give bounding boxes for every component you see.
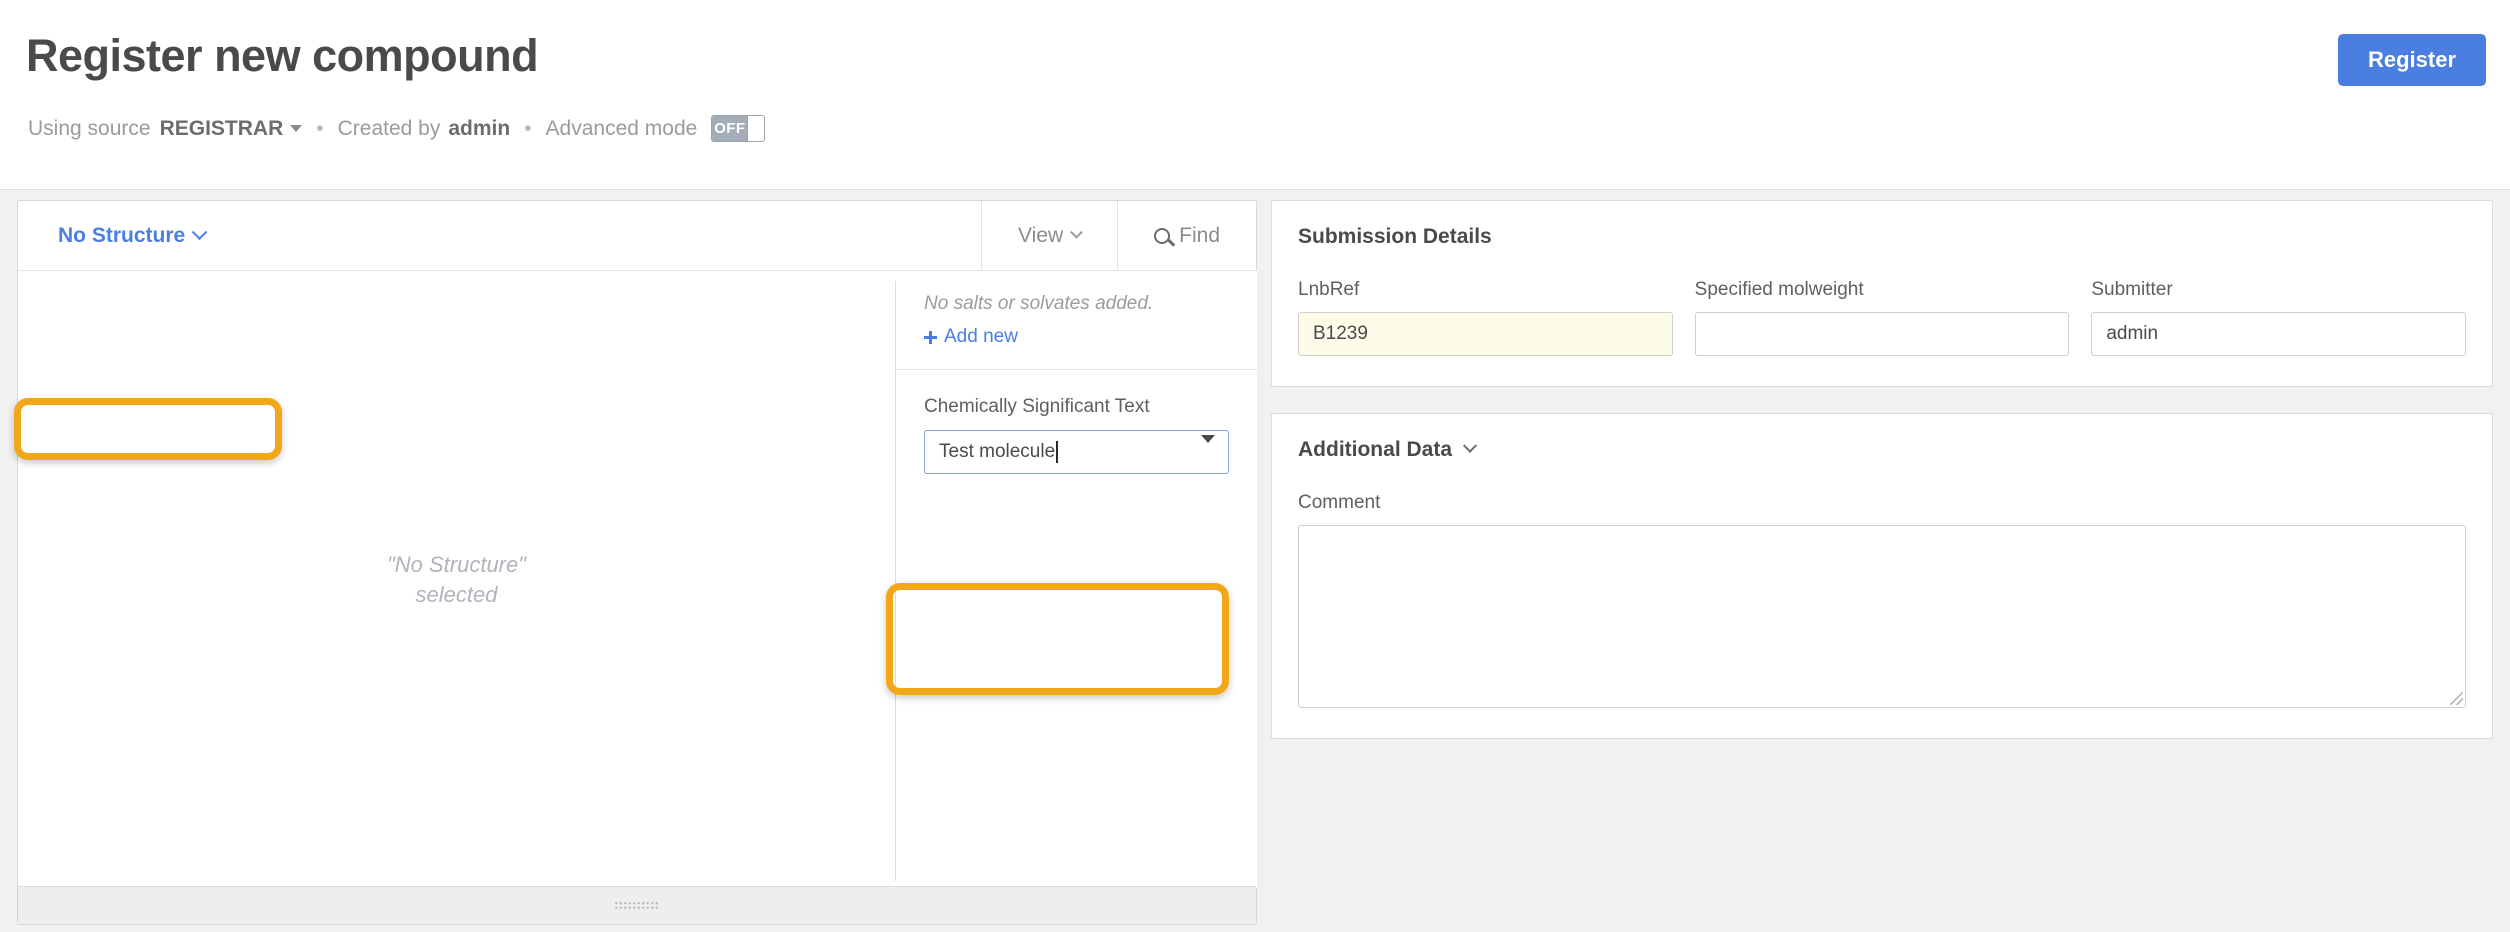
comment-label: Comment [1298, 492, 2466, 514]
chevron-down-icon [1463, 439, 1477, 453]
find-button[interactable]: Find [1117, 201, 1256, 271]
specified-molweight-label: Specified molweight [1695, 279, 2070, 301]
meta-separator-1: • [316, 117, 323, 141]
meta-separator-2: • [524, 117, 531, 141]
no-structure-placeholder-text: "No Structure" selected [387, 550, 526, 609]
chemically-significant-text-value: Test molecule [939, 441, 1055, 463]
plus-icon [924, 331, 937, 344]
lnbref-label: LnbRef [1298, 279, 1673, 301]
submitter-label: Submitter [2091, 279, 2466, 301]
comment-textarea-wrapper [1298, 525, 2466, 708]
created-by-label: Created by [338, 117, 441, 141]
page-body: No Structure View Find "No Structure" se… [0, 190, 2510, 932]
source-selector-value: REGISTRAR [160, 117, 284, 141]
structure-side-column: No salts or solvates added. Add new Chem… [896, 271, 1257, 888]
add-new-salt-link[interactable]: Add new [924, 326, 1018, 348]
advanced-mode-label: Advanced mode [546, 117, 698, 141]
page-header: Register new compound Using source REGIS… [0, 0, 2510, 190]
panel-resize-handle[interactable] [614, 901, 660, 910]
submission-details-title: Submission Details [1298, 225, 2466, 249]
additional-data-card: Additional Data Comment [1271, 413, 2493, 739]
page-title: Register new compound [26, 30, 538, 82]
header-meta-row: Using source REGISTRAR • Created by admi… [28, 115, 765, 142]
chevron-down-icon [192, 224, 208, 240]
submission-details-card: Submission Details LnbRef Specified molw… [1271, 200, 2493, 387]
field-submitter: Submitter [2091, 279, 2466, 356]
details-column: Submission Details LnbRef Specified molw… [1271, 200, 2493, 765]
field-lnbref: LnbRef [1298, 279, 1673, 356]
chemically-significant-text-label: Chemically Significant Text [924, 396, 1229, 418]
field-comment: Comment [1298, 492, 2466, 708]
find-button-label: Find [1179, 224, 1220, 248]
text-caret [1056, 441, 1058, 463]
structure-toolbar: No Structure View Find [18, 201, 1256, 271]
chevron-down-icon [290, 125, 302, 132]
chemically-significant-text-input[interactable]: Test molecule [924, 430, 1229, 474]
view-button[interactable]: View [981, 201, 1117, 271]
submitter-input[interactable] [2091, 312, 2466, 356]
structure-editor-panel: No Structure View Find "No Structure" se… [17, 200, 1257, 925]
comment-textarea[interactable] [1298, 525, 2466, 708]
salts-solvates-section: No salts or solvates added. Add new [896, 271, 1257, 370]
source-selector-button[interactable]: REGISTRAR [160, 117, 303, 141]
advanced-mode-toggle[interactable]: OFF [711, 115, 765, 142]
chemically-significant-text-section: Chemically Significant Text Test molecul… [896, 374, 1257, 500]
field-specified-molweight: Specified molweight [1695, 279, 2070, 356]
lnbref-input[interactable] [1298, 312, 1673, 356]
structure-type-selector[interactable]: No Structure [38, 210, 225, 262]
structure-toolbar-actions: View Find [981, 201, 1256, 271]
submission-details-fields: LnbRef Specified molweight Submitter [1298, 279, 2466, 356]
advanced-mode-toggle-state: OFF [712, 120, 747, 137]
structure-canvas[interactable]: "No Structure" selected [18, 271, 895, 888]
structure-panel-footer [18, 886, 1256, 924]
using-source-label: Using source [28, 117, 151, 141]
additional-data-title[interactable]: Additional Data [1298, 438, 2466, 462]
chevron-down-icon [1070, 225, 1083, 238]
additional-data-title-label: Additional Data [1298, 438, 1452, 462]
created-by-value: admin [448, 117, 510, 141]
dropdown-caret-icon[interactable] [1201, 443, 1215, 461]
caret-down-icon [1201, 435, 1215, 460]
structure-type-label: No Structure [58, 224, 185, 248]
add-new-label: Add new [944, 326, 1018, 348]
salts-empty-message: No salts or solvates added. [924, 293, 1257, 315]
register-button[interactable]: Register [2338, 34, 2486, 86]
specified-molweight-input[interactable] [1695, 312, 2070, 356]
search-icon [1154, 228, 1170, 244]
toggle-knob [747, 116, 764, 141]
view-button-label: View [1018, 224, 1063, 248]
